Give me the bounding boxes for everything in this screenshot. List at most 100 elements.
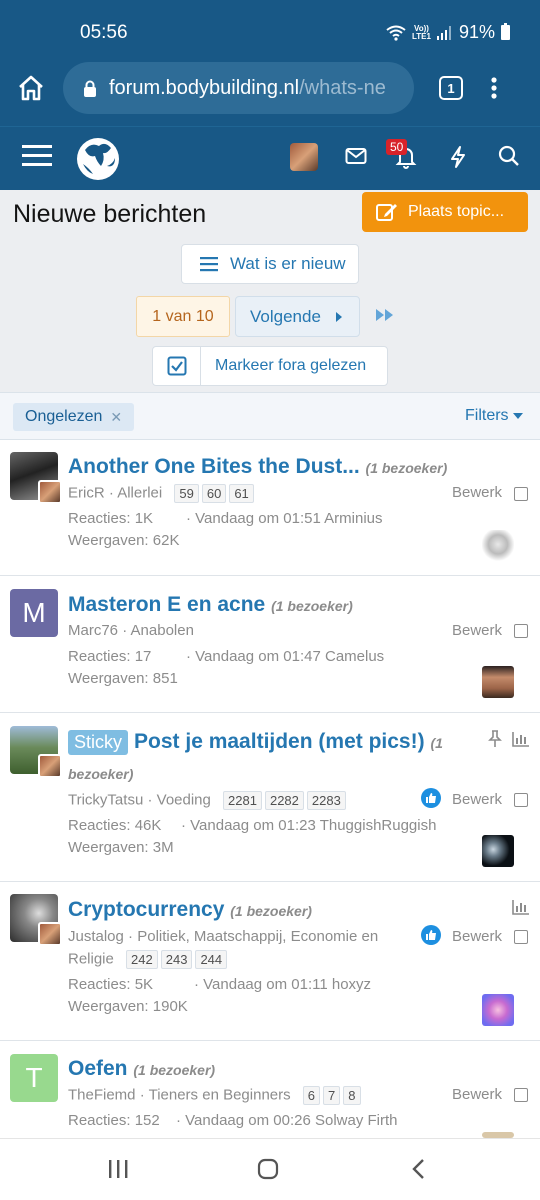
caret-right-icon [335, 311, 342, 322]
last-poster-avatar[interactable] [482, 994, 514, 1026]
thread-title[interactable]: Cryptocurrency (1 bezoeker) [68, 898, 312, 922]
mail-icon[interactable] [345, 145, 367, 167]
edit-icon [376, 204, 397, 221]
post-topic-button[interactable]: Plaats topic... [362, 192, 528, 232]
recent-apps-icon[interactable] [107, 1159, 129, 1179]
filters-dropdown[interactable]: Filters [465, 407, 523, 425]
url-field[interactable]: forum.bodybuilding.nl/whats-ne [63, 62, 414, 114]
last-poster-mini-avatar [38, 480, 62, 504]
tab-switcher-button[interactable]: 1 [439, 76, 463, 100]
status-bar: 05:56 Vo)) LTE1 91% [0, 0, 540, 62]
reply-count: Reacties: 46K [68, 817, 162, 834]
thread-item[interactable]: Cryptocurrency (1 bezoeker) Justalog · P… [0, 882, 540, 1041]
select-checkbox[interactable] [514, 487, 528, 501]
wifi-icon [386, 25, 406, 41]
site-logo[interactable] [75, 136, 121, 182]
author-avatar[interactable]: M [10, 589, 58, 637]
thread-author[interactable]: TheFiemd [68, 1086, 136, 1103]
pagination-next-button[interactable]: Volgende [235, 296, 360, 337]
thread-forum[interactable]: Allerlei [117, 484, 162, 501]
more-menu-icon[interactable] [490, 74, 498, 102]
status-time: 05:56 [80, 22, 128, 43]
thread-author[interactable]: Justalog [68, 928, 124, 945]
author-avatar[interactable]: T [10, 1054, 58, 1102]
thread-forum[interactable]: Voeding [157, 791, 211, 808]
home-icon[interactable] [17, 75, 45, 101]
like-icon [421, 925, 441, 945]
thread-item[interactable]: Sticky Post je maaltijden (met pics!) (1 … [0, 713, 540, 882]
home-button-icon[interactable] [257, 1158, 279, 1180]
checkbox-checked-icon [167, 356, 186, 376]
thread-title[interactable]: Oefen (1 bezoeker) [68, 1057, 215, 1081]
site-header: 50 [0, 126, 540, 190]
url-path: /whats-ne [299, 76, 386, 99]
last-poster-avatar[interactable] [482, 530, 514, 562]
edit-link[interactable]: Bewerk [452, 928, 502, 945]
last-post-info[interactable]: · Vandaag om 01:11 hoxyz [194, 976, 371, 993]
thread-item[interactable]: M Masteron E en acne (1 bezoeker) Marc76… [0, 576, 540, 713]
caret-down-icon [513, 413, 523, 419]
url-domain: forum.bodybuilding.nl [109, 76, 300, 99]
edit-link[interactable]: Bewerk [452, 791, 502, 808]
reply-count: Reacties: 5K [68, 976, 154, 993]
thread-visitors-wrap: bezoeker) [68, 766, 134, 782]
view-count: Weergaven: 190K [68, 998, 188, 1015]
last-poster-mini-avatar [38, 754, 62, 778]
last-post-info[interactable]: · Vandaag om 01:51 Arminius [186, 510, 383, 527]
back-icon[interactable] [411, 1158, 425, 1180]
thread-meta-cont: Religie 242 243 244 [68, 950, 228, 969]
thread-item[interactable]: Another One Bites the Dust... (1 bezoeke… [0, 440, 540, 576]
filter-bar: Ongelezen ✕ Filters [0, 392, 540, 440]
edit-link[interactable]: Bewerk [452, 622, 502, 639]
notification-badge: 50 [386, 139, 408, 155]
fast-forward-icon[interactable] [375, 308, 395, 322]
volte-icon: Vo)) LTE1 [412, 23, 431, 41]
view-count: Weergaven: 62K [68, 532, 180, 549]
close-icon[interactable]: ✕ [110, 409, 122, 426]
select-checkbox[interactable] [514, 624, 528, 638]
edit-link[interactable]: Bewerk [452, 1086, 502, 1103]
select-checkbox[interactable] [514, 930, 528, 944]
thread-author[interactable]: TrickyTatsu [68, 791, 143, 808]
last-post-info[interactable]: · Vandaag om 01:23 ThuggishRuggish [181, 817, 436, 834]
thread-author[interactable]: EricR [68, 484, 105, 501]
user-avatar[interactable] [290, 143, 318, 171]
mark-forums-read-button[interactable]: Markeer fora gelezen [152, 346, 388, 386]
page-links: 59 60 61 [174, 484, 254, 503]
edit-link[interactable]: Bewerk [452, 484, 502, 501]
page-title: Nieuwe berichten [13, 200, 207, 228]
like-icon [421, 788, 441, 808]
page-links: 242 243 244 [126, 950, 228, 969]
system-nav-bar [0, 1138, 540, 1200]
thread-author[interactable]: Marc76 [68, 622, 118, 639]
page-links: 2281 2282 2283 [223, 791, 346, 810]
select-checkbox[interactable] [514, 793, 528, 807]
pagination-current[interactable]: 1 van 10 [136, 296, 230, 337]
poll-icon [512, 732, 529, 747]
thread-forum[interactable]: Anabolen [131, 622, 194, 639]
last-post-info[interactable]: · Vandaag om 00:26 Solway Firth [176, 1112, 398, 1129]
list-icon [200, 257, 218, 272]
thread-title[interactable]: Sticky Post je maaltijden (met pics!) (1 [68, 730, 443, 755]
last-poster-avatar[interactable] [482, 666, 514, 698]
lock-icon [84, 80, 96, 97]
browser-toolbar: forum.bodybuilding.nl/whats-ne 1 [0, 62, 540, 126]
thread-title[interactable]: Another One Bites the Dust... (1 bezoeke… [68, 455, 447, 479]
last-post-info[interactable]: · Vandaag om 01:47 Camelus [186, 648, 384, 665]
thread-item[interactable]: T Oefen (1 bezoeker) TheFiemd · Tieners … [0, 1041, 540, 1138]
battery-icon [501, 23, 510, 40]
reply-count: Reacties: 1K [68, 510, 154, 527]
thread-meta: TheFiemd · Tieners en Beginners 678 [68, 1086, 361, 1105]
thread-forum[interactable]: Tieners en Beginners [149, 1086, 291, 1103]
last-poster-avatar[interactable] [482, 835, 514, 867]
search-icon[interactable] [498, 145, 520, 167]
pin-icon [488, 730, 502, 747]
hamburger-menu-icon[interactable] [22, 143, 52, 169]
thread-title[interactable]: Masteron E en acne (1 bezoeker) [68, 593, 353, 617]
whats-new-button[interactable]: Wat is er nieuw [181, 244, 359, 284]
lightning-icon[interactable] [448, 145, 468, 169]
thread-forum[interactable]: Politiek, Maatschappij, Economie en [137, 928, 378, 945]
thread-meta: EricR · Allerlei 59 60 61 [68, 484, 254, 503]
filter-chip-unread[interactable]: Ongelezen ✕ [13, 403, 135, 431]
select-checkbox[interactable] [514, 1088, 528, 1102]
